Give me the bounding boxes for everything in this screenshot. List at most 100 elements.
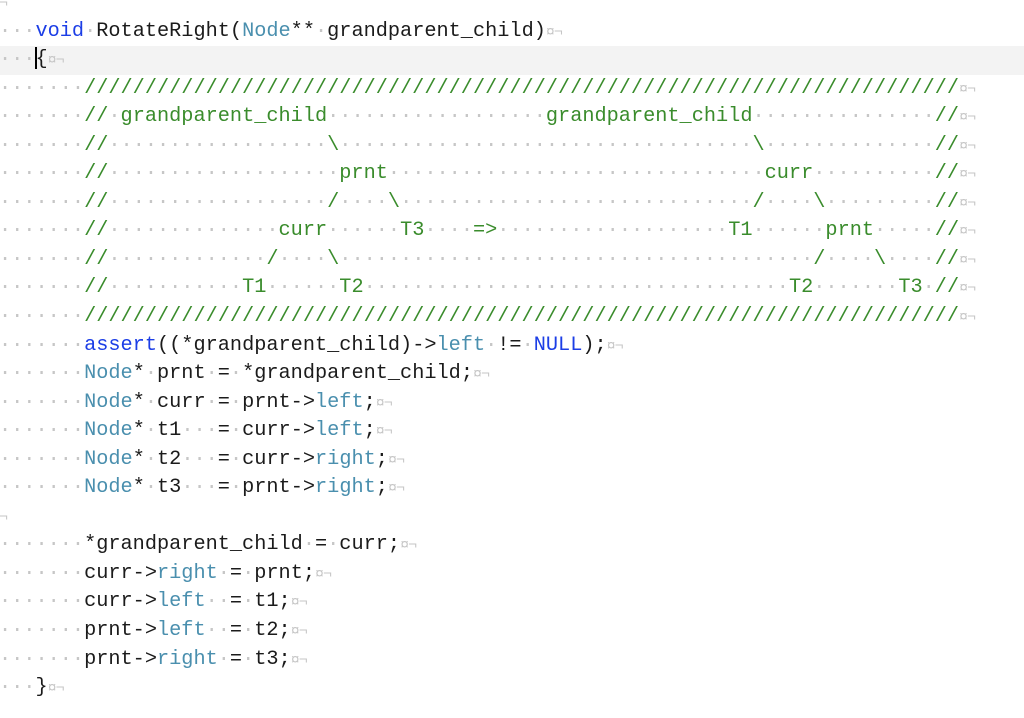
code-comment: / bbox=[813, 247, 826, 271]
code-line[interactable]: ·······//··············curr······T3····=… bbox=[0, 217, 1024, 246]
code-line[interactable]: ·······/////////////////////////////////… bbox=[0, 303, 1024, 332]
whitespace-marker: ···· bbox=[424, 219, 473, 243]
code-line[interactable]: ·······/////////////////////////////////… bbox=[0, 75, 1024, 104]
code-line[interactable]: ·······prnt->right·=·t3;¤¬ bbox=[0, 646, 1024, 675]
whitespace-marker: · bbox=[327, 533, 340, 557]
code-line[interactable]: ·······*grandparent_child·=·curr;¤¬ bbox=[0, 531, 1024, 560]
whitespace-marker: · bbox=[229, 362, 243, 386]
end-of-line-marker: ¤¬ bbox=[290, 594, 308, 612]
code-comment: // bbox=[934, 162, 960, 186]
code-comment: T1 bbox=[242, 276, 267, 300]
code-line[interactable]: ·······//·············/····\············… bbox=[0, 246, 1024, 275]
code-line[interactable]: ·······Node*·t2···=·curr->right;¤¬ bbox=[0, 446, 1024, 475]
whitespace-marker: · bbox=[217, 647, 230, 671]
whitespace-marker: ·················· bbox=[327, 105, 546, 129]
code-comment: // bbox=[934, 247, 960, 271]
whitespace-marker: ····· bbox=[874, 219, 935, 243]
whitespace-marker: ······ bbox=[327, 219, 401, 243]
code-comment: // bbox=[84, 162, 109, 186]
code-line[interactable]: ···{¤¬ bbox=[0, 46, 1024, 75]
code-line[interactable]: ·······assert((*grandparent_child)->left… bbox=[0, 332, 1024, 361]
code-line[interactable]: ·······//·grandparent_child·············… bbox=[0, 103, 1024, 132]
whitespace-marker: · bbox=[242, 561, 255, 585]
whitespace-marker: ··················· bbox=[497, 219, 729, 243]
whitespace-marker: ·································· bbox=[339, 133, 753, 157]
end-of-line-marker: ¤¬ bbox=[387, 480, 405, 498]
whitespace-marker: ······ bbox=[266, 276, 340, 300]
code-line[interactable]: ·······Node*·curr·=·prnt->left;¤¬ bbox=[0, 389, 1024, 418]
code-comment: \ bbox=[387, 190, 401, 214]
code-line[interactable]: ·······Node*·prnt·=·*grandparent_child;¤… bbox=[0, 360, 1024, 389]
whitespace-marker: · bbox=[242, 647, 255, 671]
code-comment: // bbox=[84, 133, 109, 157]
code-token-type: Node bbox=[84, 362, 133, 386]
code-token-plain: * bbox=[132, 447, 145, 471]
code-line[interactable]: ¬ bbox=[0, 503, 1024, 532]
end-of-line-marker: ¤¬ bbox=[606, 337, 624, 355]
code-token-member: right bbox=[315, 447, 376, 471]
whitespace-marker: · bbox=[242, 619, 255, 643]
whitespace-marker: ······· bbox=[0, 247, 85, 271]
end-of-line-marker: ¤¬ bbox=[400, 537, 417, 555]
code-line[interactable]: ·······//··················/····\·······… bbox=[0, 189, 1024, 218]
code-line[interactable]: ·······Node*·t3···=·prnt->right;¤¬ bbox=[0, 474, 1024, 503]
end-of-line-marker: ¤¬ bbox=[47, 52, 65, 70]
whitespace-marker: · bbox=[302, 533, 315, 557]
code-token-type: Node bbox=[242, 19, 291, 43]
code-comment: // bbox=[84, 105, 109, 129]
end-of-line-marker: ¤¬ bbox=[959, 309, 976, 327]
code-comment: \ bbox=[327, 133, 340, 157]
code-token-plain: * bbox=[132, 476, 145, 500]
code-token-plain: * bbox=[132, 362, 145, 386]
code-token-plain: curr-> bbox=[84, 590, 157, 614]
code-token-plain: ; bbox=[363, 390, 376, 414]
code-token-plain: curr-> bbox=[84, 561, 157, 585]
code-token-member: left bbox=[436, 333, 486, 357]
code-token-plain: ); bbox=[582, 333, 607, 357]
code-token-keyword: void bbox=[35, 19, 85, 43]
code-token-plain: = bbox=[229, 619, 243, 643]
code-token-plain: = bbox=[217, 362, 230, 386]
code-line[interactable]: ·······//···········T1······T2··········… bbox=[0, 274, 1024, 303]
whitespace-marker: ···· bbox=[764, 190, 814, 214]
code-comment: // bbox=[934, 219, 960, 243]
whitespace-marker: ·················· bbox=[108, 133, 328, 157]
end-of-line-marker: ¤¬ bbox=[375, 394, 393, 412]
code-token-plain: ; bbox=[375, 476, 388, 500]
end-of-line-marker: ¤¬ bbox=[290, 623, 308, 641]
code-comment: / bbox=[327, 190, 340, 214]
code-line[interactable]: ·······prnt->left··=·t2;¤¬ bbox=[0, 617, 1024, 646]
code-comment: prnt bbox=[339, 162, 388, 186]
end-of-line-marker: ¤¬ bbox=[472, 366, 490, 384]
code-token-plain: t3 bbox=[157, 476, 182, 500]
whitespace-marker: ··· bbox=[181, 447, 218, 471]
code-token-type: Node bbox=[84, 390, 133, 414]
whitespace-marker: ······· bbox=[0, 105, 85, 129]
code-line[interactable]: ·······curr->right·=·prnt;¤¬ bbox=[0, 560, 1024, 589]
whitespace-marker: ······· bbox=[0, 76, 85, 100]
whitespace-marker: · bbox=[144, 390, 157, 414]
code-token-plain: * bbox=[132, 390, 145, 414]
code-line[interactable]: ·······Node*·t1···=·curr->left;¤¬ bbox=[0, 417, 1024, 446]
code-token-plain: curr-> bbox=[242, 447, 316, 471]
whitespace-marker: ·· bbox=[205, 590, 230, 614]
code-editor[interactable]: ¬ ···void·RotateRight(Node**·grandparent_… bbox=[0, 0, 1024, 718]
end-of-line-marker: ¤¬ bbox=[47, 680, 65, 698]
whitespace-marker: ···· bbox=[886, 247, 935, 271]
code-line[interactable]: ¬ bbox=[0, 0, 1024, 18]
whitespace-marker: · bbox=[229, 419, 243, 443]
text-caret bbox=[35, 46, 38, 69]
whitespace-marker: ·················· bbox=[108, 190, 328, 214]
code-line[interactable]: ···}¤¬ bbox=[0, 674, 1024, 703]
code-line[interactable]: ·······//···················prnt········… bbox=[0, 160, 1024, 189]
code-comment: T2 bbox=[339, 276, 364, 300]
code-line[interactable]: ·······//··················\············… bbox=[0, 132, 1024, 161]
whitespace-marker: ······························· bbox=[387, 162, 765, 186]
code-token-plain: ; bbox=[363, 419, 376, 443]
code-line[interactable]: ·······curr->left··=·t1;¤¬ bbox=[0, 588, 1024, 617]
code-token-plain: t3; bbox=[254, 647, 291, 671]
code-comment: T3 bbox=[898, 276, 923, 300]
whitespace-marker: ······· bbox=[0, 133, 85, 157]
code-comment: prnt bbox=[825, 219, 875, 243]
code-line[interactable]: ···void·RotateRight(Node**·grandparent_c… bbox=[0, 18, 1024, 47]
